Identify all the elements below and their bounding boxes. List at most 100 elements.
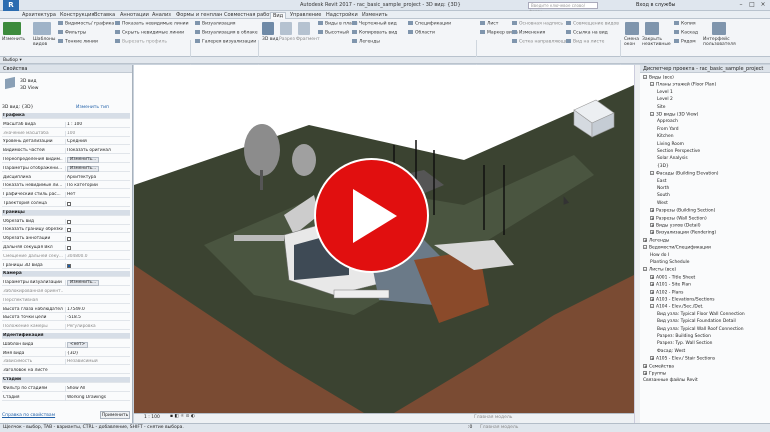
browser-item[interactable]: Разрез: Building Section [657, 334, 711, 339]
edit-type-button[interactable]: Изменить тип [76, 105, 109, 110]
sheet3-item-2[interactable]: Вид на листе [566, 39, 604, 45]
templates-icon[interactable] [33, 22, 51, 35]
property-row[interactable]: Границы 3D вида [2, 262, 130, 269]
property-row[interactable]: Смещение дальней секу... 304800.0 [2, 253, 130, 260]
browser-item[interactable]: West [657, 201, 668, 206]
property-value[interactable] [65, 218, 129, 225]
browser-item[interactable]: How do I [650, 253, 669, 258]
property-row[interactable]: Показать невидимые ли... По категории [2, 183, 130, 190]
expand-icon[interactable]: + [650, 356, 654, 361]
expand-icon[interactable]: + [643, 237, 647, 242]
expand-icon[interactable]: + [650, 223, 654, 228]
window-item-copy[interactable]: Копия [674, 21, 696, 27]
property-row[interactable]: Дисциплина Архитектура [2, 174, 130, 181]
window-item-tile[interactable]: Рядом [674, 39, 696, 45]
collapse-icon[interactable]: - [650, 171, 654, 176]
close-icon[interactable]: × [758, 1, 768, 9]
property-row[interactable]: Зависимость Независимый [2, 359, 130, 366]
property-value[interactable]: Working Drawings [65, 394, 129, 401]
graphics-item-0[interactable]: Видимость/ графика [58, 21, 114, 27]
sheet-item-0[interactable]: Лист [480, 21, 498, 27]
browser-item[interactable]: Solar Analysis [657, 156, 688, 161]
property-row[interactable]: Перспективная [2, 298, 130, 304]
sheet3-item-1[interactable]: Ссылка на вид [566, 30, 608, 36]
tab-8[interactable]: Управление [288, 12, 323, 19]
instance-filter[interactable]: 3D вид: {3D} Изменить тип [2, 105, 130, 111]
property-row[interactable]: Переопределения видим... Изменить... [2, 157, 130, 163]
close-inactive-button[interactable]: Закрыть неактивные [642, 37, 672, 47]
render-item-2[interactable]: Галерея визуализации [195, 39, 256, 45]
render-item-0[interactable]: Визуализация [195, 21, 235, 27]
browser-item[interactable]: + A103 - Elevations/Sections [650, 297, 715, 303]
property-row[interactable]: Параметры отображени... Изменить... [2, 165, 130, 172]
property-value[interactable]: 1 : 100 [65, 121, 129, 128]
browser-item[interactable]: + Группы [643, 371, 666, 377]
browser-item[interactable]: + Семейства [643, 363, 674, 369]
collapse-icon[interactable]: - [643, 267, 647, 272]
property-edit-button[interactable]: Изменить... [67, 157, 100, 163]
create3-item-1[interactable]: Области [408, 30, 435, 36]
create2-item-1[interactable]: Копировать вид [352, 30, 397, 36]
browser-item[interactable]: + Разрезы (Building Section) [650, 208, 715, 214]
property-row[interactable]: Графический стиль рас... Нет [2, 192, 130, 199]
browser-item[interactable]: Kitchen [657, 134, 674, 139]
collapse-icon[interactable]: - [650, 304, 654, 309]
graphics-item-2[interactable]: Тонкие линии [58, 39, 98, 45]
browser-item[interactable]: Вид узла: Typical Floor Wall Connection [657, 312, 745, 317]
property-row[interactable]: Высота точки цели -518.5 [2, 315, 130, 322]
browser-item[interactable]: - Виды (все) [643, 75, 674, 81]
callout-button[interactable]: Фрагмент [296, 37, 320, 42]
expand-icon[interactable]: + [650, 282, 654, 287]
expand-icon[interactable]: + [650, 215, 654, 220]
property-value[interactable]: {3D} [65, 350, 129, 357]
property-row[interactable]: Шаблон вида <нет> [2, 341, 130, 348]
property-row[interactable]: Масштаб вида 1 : 100 [2, 121, 130, 128]
property-value[interactable]: Показать оригинал [65, 148, 129, 155]
collapse-icon[interactable]: - [650, 82, 654, 87]
browser-item[interactable]: - Фасады (Building Elevation) [650, 171, 719, 177]
expand-icon[interactable]: + [650, 289, 654, 294]
modify-icon[interactable] [3, 22, 21, 35]
browser-item[interactable]: + Виды узлов (Detail) [650, 223, 701, 229]
property-row[interactable]: Уровень детализации Средний [2, 139, 130, 146]
apply-button[interactable]: Применить [100, 411, 130, 419]
browser-item[interactable]: - Ведомости/Спецификации [643, 245, 711, 251]
browser-item[interactable]: + A102 - Plans [650, 289, 683, 295]
browser-item[interactable]: East [657, 179, 666, 184]
property-row[interactable]: Фильтр по стадиям Show All [2, 385, 130, 392]
expand-icon[interactable]: + [650, 297, 654, 302]
window-item-cascade[interactable]: Каскад [674, 30, 698, 36]
signin-button[interactable]: Вход в службы [636, 2, 675, 8]
modify-button[interactable]: Изменить [2, 37, 25, 42]
templates-button[interactable]: Шаблоны видов [33, 37, 55, 47]
switch-windows-button[interactable]: Смена окон [624, 37, 642, 47]
graphics2-item-2[interactable]: Вырезать профиль [115, 39, 167, 45]
3d-view-icon[interactable] [262, 22, 274, 35]
create-item-1[interactable]: Высотный [318, 30, 349, 36]
render-item-1[interactable]: Визуализация в облаке [195, 30, 258, 36]
3d-view-button[interactable]: 3D вид [262, 37, 278, 42]
property-row[interactable]: Показать границу обрезки [2, 227, 130, 234]
callout-icon[interactable] [298, 22, 310, 35]
property-row[interactable]: Видимость частей Показать оригинал [2, 148, 130, 155]
expand-icon[interactable]: + [650, 230, 654, 235]
browser-item[interactable]: Site [657, 105, 665, 110]
tab-9[interactable]: Надстройки [324, 12, 360, 19]
property-value[interactable]: Нет [65, 192, 129, 199]
property-value[interactable] [65, 262, 129, 269]
graphics2-item-0[interactable]: Показать невидимые линии [115, 21, 189, 27]
tab-0[interactable]: Архитектура [20, 12, 58, 19]
select-dropdown[interactable]: Выбор ▾ [3, 57, 22, 64]
property-checkbox[interactable] [67, 202, 71, 206]
property-row[interactable]: Дальняя секущая Вкл [2, 245, 130, 251]
property-checkbox[interactable] [67, 246, 71, 250]
collapse-icon[interactable]: - [643, 245, 647, 250]
property-value[interactable] [65, 201, 129, 207]
property-value[interactable] [65, 245, 129, 251]
tab-1[interactable]: Конструкция [58, 12, 96, 19]
browser-item[interactable]: Level 2 [657, 97, 673, 102]
browser-item[interactable]: + Визуализации (Rendering) [650, 230, 716, 236]
tab-2[interactable]: Вставка [92, 12, 117, 19]
browser-item[interactable]: Разрез: Typ. Wall Section [657, 341, 712, 346]
tab-4[interactable]: Анализ [150, 12, 173, 19]
